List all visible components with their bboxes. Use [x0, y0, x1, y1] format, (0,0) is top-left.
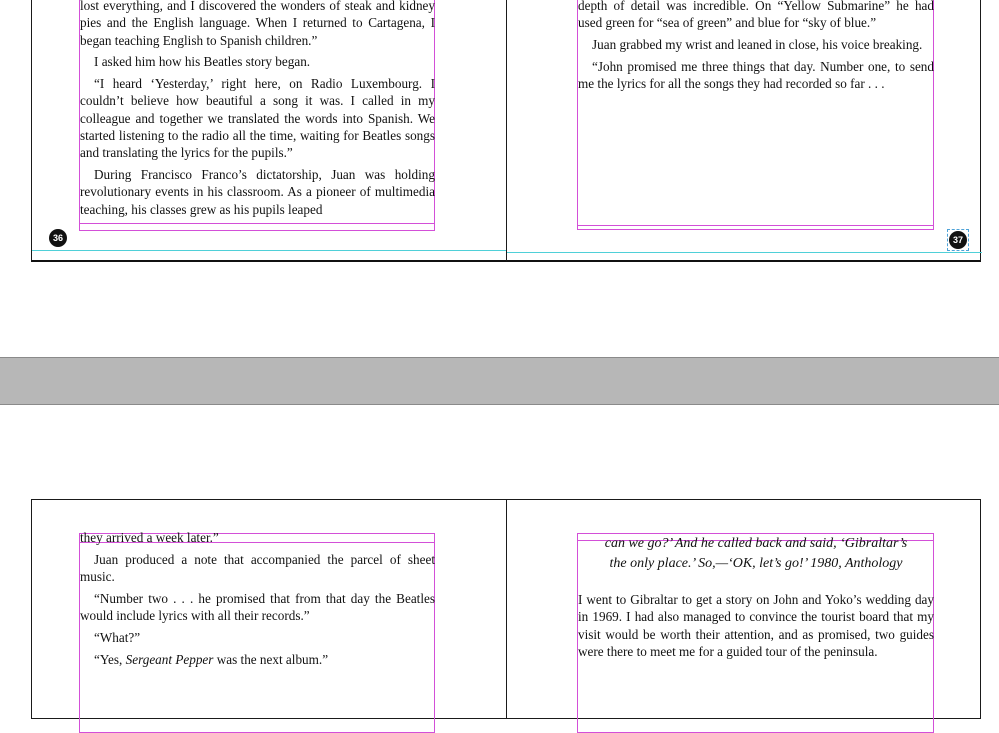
top-spread: lost everything, and I discovered the wo… [31, 0, 982, 262]
paragraph: depth of detail was incredible. On “Yell… [578, 0, 934, 31]
baseline-guide [32, 250, 508, 251]
page-38[interactable]: they arrived a week later.” Juan produce… [31, 499, 507, 733]
paragraph: “Number two . . . he promised that from … [80, 590, 435, 624]
folio-badge-37: 37 [949, 231, 967, 249]
paragraph: I went to Gibraltar to get a story on Jo… [578, 592, 934, 659]
folio-badge-36: 36 [49, 229, 67, 247]
paragraph: “John promised me three things that day.… [578, 58, 934, 92]
page-36[interactable]: lost everything, and I discovered the wo… [31, 0, 508, 262]
epigraph-quote: can we go?’ And he called back and said,… [578, 534, 934, 574]
page-39[interactable]: can we go?’ And he called back and said,… [506, 499, 981, 733]
paragraph: Juan produced a note that accompanied th… [80, 551, 435, 585]
text-column-page-37: depth of detail was incredible. On “Yell… [578, 0, 934, 97]
epigraph-line: the only place.’ So,—‘OK, let’s go!’ 198… [609, 556, 903, 571]
album-title: Sergeant Pepper [125, 651, 214, 667]
text-run: was the next album.” [213, 651, 329, 667]
paragraph: “What?” [94, 629, 141, 645]
pasteboard-separator [0, 357, 999, 405]
text-column-page-38: they arrived a week later.” Juan produce… [80, 529, 435, 673]
baseline-guide [507, 252, 982, 253]
text-run: “Yes, [94, 651, 126, 667]
paragraph: “Yes, Sergeant Pepper was the next album… [80, 651, 435, 668]
text-column-page-36: lost everything, and I discovered the wo… [80, 0, 435, 223]
paragraph: I asked him how his Beatles story began. [94, 54, 311, 70]
page-37[interactable]: depth of detail was incredible. On “Yell… [506, 0, 982, 262]
bottom-spread: they arrived a week later.” Juan produce… [31, 499, 981, 733]
paragraph: lost everything, and I discovered the wo… [80, 0, 435, 48]
paragraph: During Francisco Franco’s dictatorship, … [80, 167, 435, 217]
paragraph: they arrived a week later.” [80, 530, 219, 545]
epigraph-line: can we go?’ And he called back and said,… [604, 536, 908, 551]
paragraph: “I heard ‘Yesterday,’ right here, on Rad… [80, 76, 435, 161]
text-column-page-39: I went to Gibraltar to get a story on Jo… [578, 591, 934, 665]
paragraph: Juan grabbed my wrist and leaned in clos… [592, 37, 923, 53]
